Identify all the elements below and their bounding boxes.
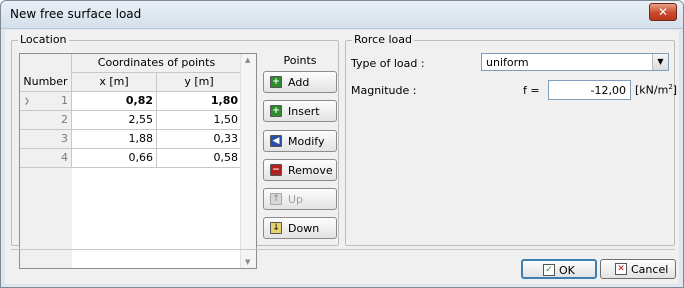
cell-x-2[interactable]: 2,55 — [72, 111, 157, 130]
up-arrow-icon: ↑ — [270, 193, 282, 205]
close-icon: ✕ — [657, 5, 669, 19]
chevron-down-icon[interactable]: ▼ — [652, 54, 668, 70]
modify-button[interactable]: ◀ Modify — [263, 130, 337, 152]
magnitude-label: Magnitude : — [351, 84, 417, 97]
row-pointer-icon: ❯ — [24, 97, 30, 105]
title-bar: New free surface load ✕ — [1, 1, 683, 29]
row-number-4[interactable]: 4 — [20, 149, 72, 168]
cancel-button[interactable]: ✕ Cancel — [600, 259, 676, 279]
location-group-title: Location — [18, 33, 69, 46]
check-icon: ✓ — [543, 264, 555, 276]
magnitude-unit: [kN/m2] — [635, 83, 678, 97]
points-label: Points — [283, 54, 317, 67]
remove-icon: − — [270, 164, 282, 176]
type-of-load-value: uniform — [486, 56, 529, 69]
grid-header-y[interactable]: y [m] — [157, 73, 242, 92]
cell-y-4[interactable]: 0,58 — [157, 149, 242, 168]
scroll-down-icon[interactable]: ▼ — [245, 258, 250, 266]
row-number-2[interactable]: 2 — [20, 111, 72, 130]
cell-y-3[interactable]: 0,33 — [157, 130, 242, 149]
f-label: f = — [523, 84, 540, 97]
dialog-client: Location Coordinates of points Number x … — [5, 30, 679, 284]
add-button[interactable]: + Add — [263, 71, 337, 93]
grid-header-x[interactable]: x [m] — [72, 73, 157, 92]
add-icon: + — [270, 76, 282, 88]
cancel-x-icon: ✕ — [615, 263, 627, 275]
insert-icon: + — [270, 105, 282, 117]
cell-x-3[interactable]: 1,88 — [72, 130, 157, 149]
cell-y-2[interactable]: 1,50 — [157, 111, 242, 130]
footer-divider — [11, 249, 675, 250]
row-number-1[interactable]: ❯ 1 — [20, 92, 72, 111]
type-of-load-label: Type of load : — [351, 57, 425, 70]
cell-y-1[interactable]: 1,80 — [157, 92, 242, 111]
points-grid[interactable]: Coordinates of points Number x [m] y [m]… — [19, 53, 257, 269]
grid-empty-area — [72, 168, 242, 268]
grid-header-coordinates: Coordinates of points — [72, 54, 242, 73]
down-arrow-icon: ↓ — [270, 222, 282, 234]
grid-scrollbar[interactable]: ▲ ▼ — [240, 54, 256, 268]
scroll-up-icon[interactable]: ▲ — [245, 56, 250, 64]
modify-icon: ◀ — [270, 135, 282, 147]
type-of-load-select[interactable]: uniform ▼ — [481, 53, 669, 71]
remove-button[interactable]: − Remove — [263, 159, 337, 181]
insert-button[interactable]: + Insert — [263, 100, 337, 122]
magnitude-input[interactable]: -12,00 — [548, 80, 631, 100]
cell-x-1[interactable]: 0,82 — [72, 92, 157, 111]
window-title: New free surface load — [10, 7, 142, 21]
cell-x-4[interactable]: 0,66 — [72, 149, 157, 168]
grid-header-number[interactable]: Number — [20, 73, 72, 92]
dialog-window: New free surface load ✕ Location Coordin… — [0, 0, 684, 288]
down-button[interactable]: ↓ Down — [263, 217, 337, 239]
row-number-3[interactable]: 3 — [20, 130, 72, 149]
ok-button[interactable]: ✓ OK — [521, 259, 597, 279]
force-load-group-title: Rorce load — [352, 33, 414, 46]
close-button[interactable]: ✕ — [649, 3, 677, 21]
up-button[interactable]: ↑ Up — [263, 188, 337, 210]
